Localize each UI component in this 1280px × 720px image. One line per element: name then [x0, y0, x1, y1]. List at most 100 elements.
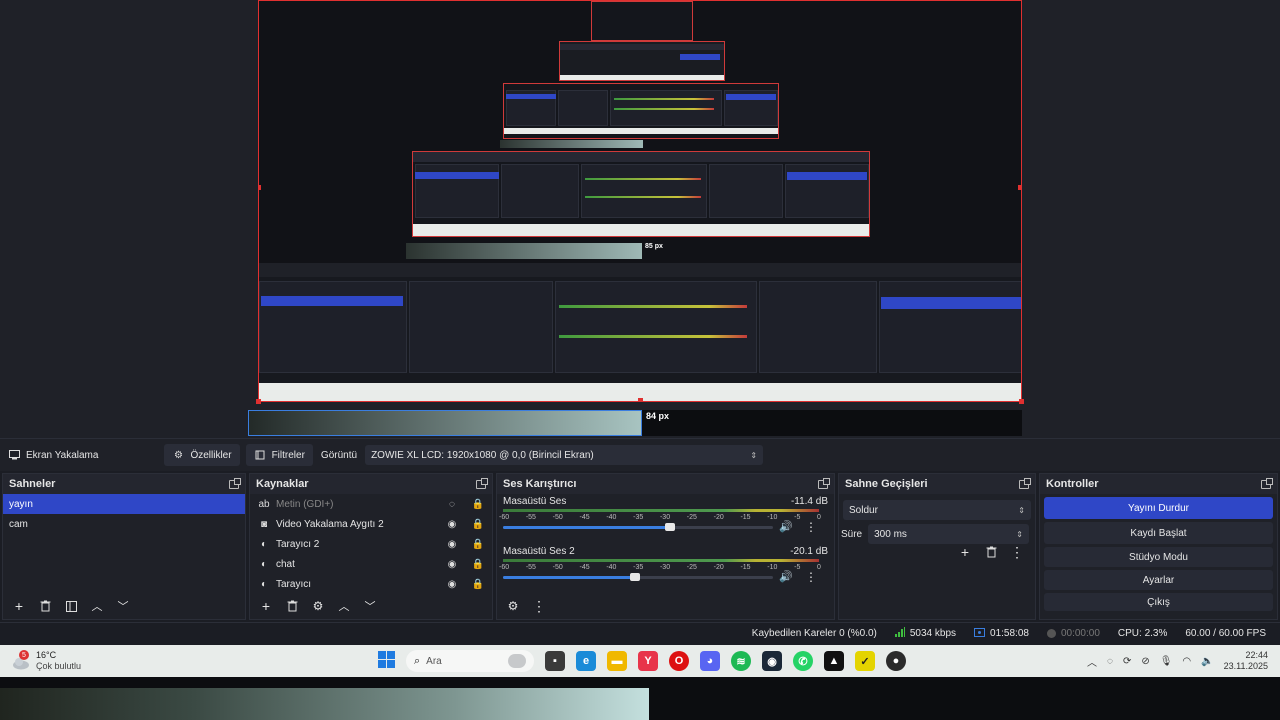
eye-icon[interactable]: ◉ [446, 558, 458, 570]
add-icon[interactable]: + [9, 596, 29, 616]
nested-capture-level-3 [559, 41, 725, 81]
settings-button[interactable]: Ayarlar [1044, 570, 1273, 590]
volume-slider[interactable] [503, 573, 773, 581]
undock-icon[interactable] [818, 477, 830, 489]
exit-button[interactable]: Çıkış [1044, 593, 1273, 611]
meter-tick-label: -40 [606, 514, 617, 521]
add-icon[interactable]: + [256, 596, 276, 616]
preview-canvas[interactable]: 85 px [258, 0, 1022, 402]
tray-chevron-icon[interactable]: ︿ [1087, 654, 1097, 669]
gear-icon[interactable]: ⚙ [308, 596, 328, 616]
kebab-menu-icon[interactable]: ⋮ [529, 596, 549, 616]
eye-icon[interactable]: ◉ [446, 578, 458, 590]
chevron-up-icon[interactable]: ︿ [334, 596, 354, 616]
chevron-down-icon[interactable]: ﹀ [113, 596, 133, 616]
source-toolbar: Ekran Yakalama ⚙ Özellikler Filtreler Gö… [0, 438, 1280, 471]
duration-input[interactable]: 300 ms ⇕ [868, 524, 1029, 544]
chevron-down-icon[interactable]: ﹀ [360, 596, 380, 616]
display-select[interactable]: ZOWIE XL LCD: 1920x1080 @ 0,0 (Birincil … [365, 445, 764, 465]
kebab-menu-icon[interactable]: ⋮ [1007, 542, 1027, 562]
undock-icon[interactable] [476, 477, 488, 489]
lock-icon[interactable]: 🔒 [472, 538, 484, 550]
taskbar-search[interactable]: ⌕ Ara [406, 650, 534, 672]
search-highlight-icon [508, 654, 526, 668]
scene-item[interactable]: cam [3, 514, 245, 534]
meter-tick-label: -30 [659, 564, 671, 571]
whatsapp-icon[interactable]: ✆ [793, 651, 813, 671]
yandex-icon[interactable]: Y [638, 651, 658, 671]
properties-button[interactable]: ⚙ Özellikler [164, 444, 240, 466]
scene-filter-icon[interactable] [61, 596, 81, 616]
clock[interactable]: 22:44 23.11.2025 [1224, 650, 1268, 672]
trash-icon[interactable] [282, 596, 302, 616]
stream-icon [974, 627, 986, 640]
epic-games-icon[interactable]: ▲ [824, 651, 844, 671]
meter-tick-label: -35 [633, 564, 644, 571]
eye-icon[interactable]: ◉ [446, 538, 458, 550]
mixer-channels: Masaüstü Ses -11.4 dB -60 -55 -50 -45 -40 -35 -3… [497, 494, 834, 594]
trash-icon[interactable] [981, 542, 1001, 562]
lock-icon[interactable]: 🔒 [472, 498, 484, 510]
lock-icon[interactable]: 🔒 [472, 518, 484, 530]
tray-sync-icon[interactable]: ⟳ [1123, 656, 1131, 667]
source-item[interactable]: ◐ Tarayıcı ◉ 🔒 [250, 574, 492, 594]
terminal-icon[interactable]: ▪ [545, 651, 565, 671]
kebab-menu-icon[interactable]: ⋮ [805, 520, 817, 534]
weather-widget[interactable]: 5 16°C Çok bulutlu [12, 650, 372, 672]
chevron-up-icon[interactable]: ︿ [87, 596, 107, 616]
volume-slider[interactable] [503, 523, 773, 531]
weather-temp: 16°C [36, 650, 57, 660]
add-icon[interactable]: + [955, 542, 975, 562]
spotify-icon[interactable]: ≋ [731, 651, 751, 671]
folder-icon[interactable]: ▬ [607, 651, 627, 671]
source-item[interactable]: ◙ Video Yakalama Aygıtı 2 ◉ 🔒 [250, 514, 492, 534]
source-item[interactable]: ◐ chat ◉ 🔒 [250, 554, 492, 574]
source-item-label: Video Yakalama Aygıtı 2 [276, 518, 384, 530]
nested-capture-level-1 [412, 151, 870, 237]
scenes-dock-title: Sahneler [3, 474, 245, 494]
tray-network-off-icon[interactable]: ⊘ [1141, 656, 1149, 667]
source-item[interactable]: ◐ Tarayıcı 2 ◉ 🔒 [250, 534, 492, 554]
source-item[interactable]: ab Metin (GDI+) ◌ 🔒 [250, 494, 492, 514]
windows-start-icon[interactable] [378, 651, 395, 671]
undock-icon[interactable] [1019, 477, 1031, 489]
obs-icon[interactable]: ● [886, 651, 906, 671]
stream-time-status: 01:58:08 [974, 627, 1029, 640]
filters-button[interactable]: Filtreler [245, 444, 313, 466]
transition-select[interactable]: Soldur ⇕ [843, 500, 1031, 520]
lock-icon[interactable]: 🔒 [472, 578, 484, 590]
kebab-menu-icon[interactable]: ⋮ [805, 570, 817, 584]
trash-icon[interactable] [35, 596, 55, 616]
wifi-icon[interactable]: ◠ [1182, 656, 1191, 667]
updown-icon: ⇕ [1018, 505, 1025, 515]
microphone-icon[interactable]: 🎙 [1160, 656, 1173, 667]
preview-area[interactable]: 85 px 84 px [0, 0, 1280, 438]
tray-app-icon[interactable]: ◌ [1107, 656, 1113, 667]
norton-icon[interactable]: ✓ [855, 651, 875, 671]
opera-icon[interactable]: O [669, 651, 689, 671]
studio-mode-button[interactable]: Stüdyo Modu [1044, 547, 1273, 567]
filter-icon [254, 449, 266, 461]
globe-icon: ◐ [260, 558, 268, 570]
advanced-audio-icon[interactable]: ⚙ [503, 596, 523, 616]
start-recording-button[interactable]: Kaydı Başlat [1044, 522, 1273, 544]
discord-icon[interactable]: ◕ [700, 651, 720, 671]
eye-off-icon[interactable]: ◌ [446, 498, 458, 510]
speaker-icon[interactable]: 🔊 [779, 520, 793, 533]
lock-icon[interactable]: 🔒 [472, 558, 484, 570]
speaker-icon[interactable]: 🔈 [1201, 656, 1213, 667]
scene-item-label: yayın [9, 498, 33, 510]
scenes-toolbar: + ︿ ﹀ [3, 593, 245, 619]
meter-tick-label: -40 [606, 564, 617, 571]
meter-tick-label: -15 [740, 514, 751, 521]
edge-icon[interactable]: e [576, 651, 596, 671]
undock-icon[interactable] [229, 477, 241, 489]
volume-slider-knob[interactable] [665, 523, 675, 531]
stop-stream-button[interactable]: Yayını Durdur [1044, 497, 1273, 519]
undock-icon[interactable] [1261, 477, 1273, 489]
volume-slider-knob[interactable] [630, 573, 640, 581]
steam-icon[interactable]: ◉ [762, 651, 782, 671]
speaker-icon[interactable]: 🔊 [779, 570, 793, 583]
scene-item[interactable]: yayın [3, 494, 245, 514]
eye-icon[interactable]: ◉ [446, 518, 458, 530]
